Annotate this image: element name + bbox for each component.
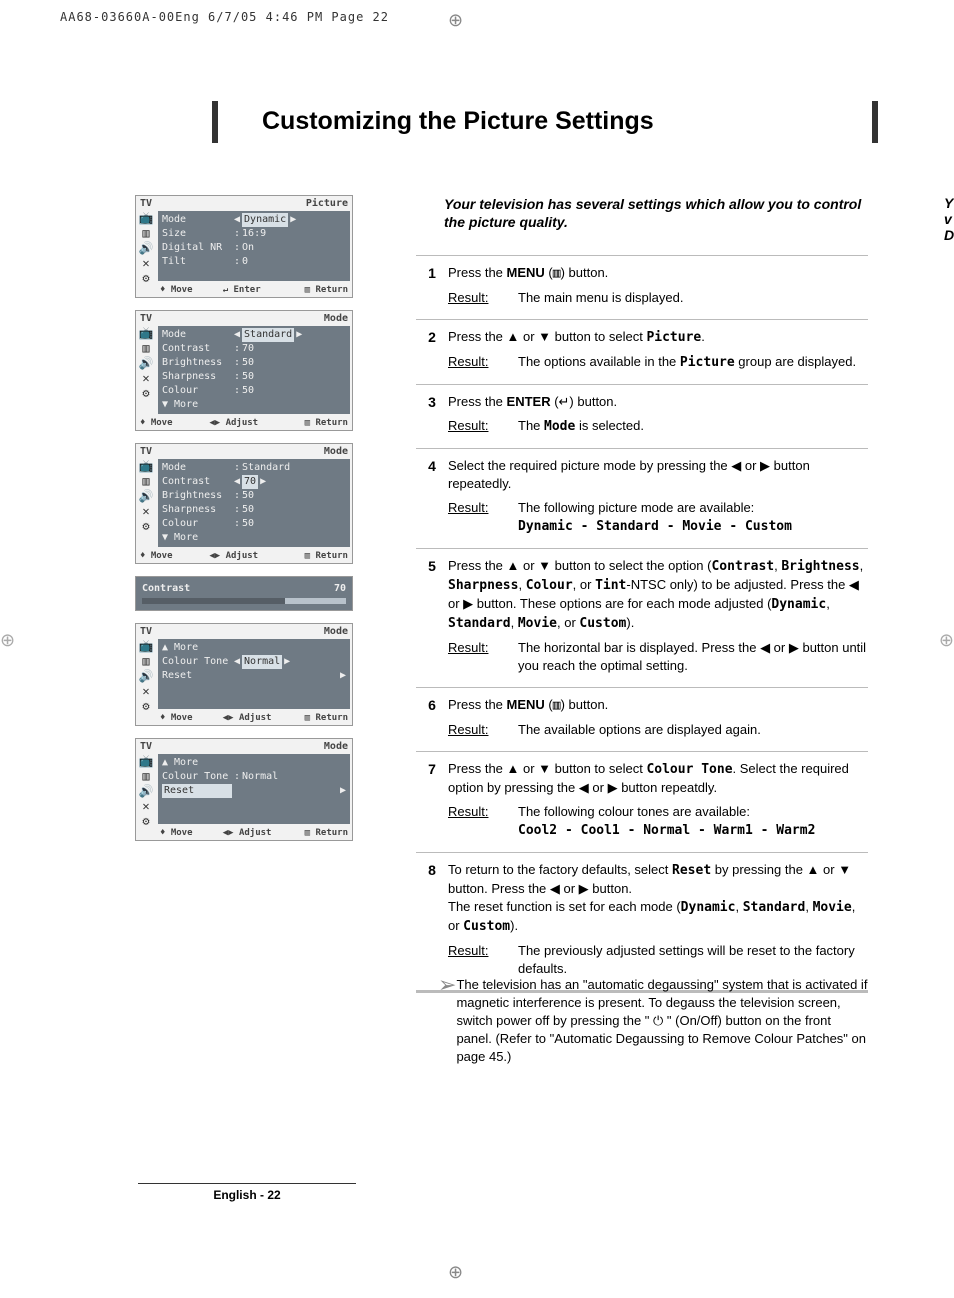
step-number: 8 [416, 861, 448, 978]
bar-track [142, 598, 346, 604]
page-footer: English - 22 [138, 1183, 356, 1202]
step-instruction: Press the MENU (▥) button. [448, 696, 868, 715]
step-instruction: Press the MENU (▥) button. [448, 264, 868, 283]
result-label: Result: [448, 417, 518, 436]
osd-column: TV Picture 📺 ▥ 🔊 ✕ ⚙ Mode◀ Dynamic ▶ Size… [135, 195, 361, 853]
step-content: Press the ▲ or ▼ button to select Colour… [448, 760, 868, 840]
step-instruction: Select the required picture mode by pres… [448, 457, 868, 493]
step-7: 7Press the ▲ or ▼ button to select Colou… [416, 751, 868, 852]
step-content: To return to the factory defaults, selec… [448, 861, 868, 978]
result-label: Result: [448, 942, 518, 978]
step-instruction: Press the ▲ or ▼ button to select Pictur… [448, 328, 868, 347]
step-content: Press the ▲ or ▼ button to select Pictur… [448, 328, 868, 372]
result-text: The following picture mode are available… [518, 499, 868, 536]
result-text: The following colour tones are available… [518, 803, 868, 840]
osd-contrast-bar: Contrast 70 [135, 576, 353, 611]
result-text: The main menu is displayed. [518, 289, 868, 307]
step-instruction: Press the ▲ or ▼ button to select Colour… [448, 760, 868, 797]
step-content: Press the MENU (▥) button. Result:The ava… [448, 696, 868, 739]
step-number: 5 [416, 557, 448, 675]
sound-icon: 🔊 [136, 241, 156, 256]
result-label: Result: [448, 289, 518, 307]
step-number: 7 [416, 760, 448, 840]
note-arrow-icon: ➢ [438, 976, 456, 1066]
step-content: Press the ▲ or ▼ button to select the op… [448, 557, 868, 675]
step-number: 3 [416, 393, 448, 436]
register-mark-bottom: ⊕ [448, 1262, 463, 1283]
result-text: The horizontal bar is displayed. Press t… [518, 639, 868, 675]
osd-screen-reset: TVMode 📺▥🔊✕⚙ ▲ More Colour Tone: Normal … [135, 738, 353, 841]
osd-icon-col: 📺 ▥ 🔊 ✕ ⚙ [136, 211, 156, 286]
step-2: 2Press the ▲ or ▼ button to select Pictu… [416, 319, 868, 384]
result-label: Result: [448, 499, 518, 536]
result-text: The Mode is selected. [518, 417, 868, 436]
step-5: 5Press the ▲ or ▼ button to select the o… [416, 548, 868, 687]
step-number: 2 [416, 328, 448, 372]
osd-tv-label: TV [140, 198, 152, 209]
step-3: 3Press the ENTER (↵) button. Result:The M… [416, 384, 868, 448]
step-1: 1Press the MENU (▥) button. Result:The ma… [416, 255, 868, 319]
title-bar-right [872, 101, 878, 143]
bar-fill [142, 598, 285, 604]
result-label: Result: [448, 721, 518, 739]
step-6: 6Press the MENU (▥) button. Result:The av… [416, 687, 868, 751]
bar-label: Contrast [142, 583, 190, 594]
register-mark-left: ⊕ [0, 630, 15, 651]
osd-footer: ♦ Move↵ Enter▥ Return [156, 283, 352, 297]
step-number: 1 [416, 264, 448, 307]
result-label: Result: [448, 353, 518, 372]
title-bar: Customizing the Picture Settings [212, 101, 878, 143]
result-text: The available options are displayed agai… [518, 721, 868, 739]
step-content: Press the ENTER (↵) button. Result:The Mo… [448, 393, 868, 436]
note-text: The television has an "automatic degauss… [456, 976, 868, 1066]
step-instruction: Press the ▲ or ▼ button to select the op… [448, 557, 868, 633]
step-content: Select the required picture mode by pres… [448, 457, 868, 536]
slug-line: AA68-03660A-00Eng 6/7/05 4:46 PM Page 22 [60, 10, 389, 24]
result-label: Result: [448, 803, 518, 840]
step-4: 4Select the required picture mode by pre… [416, 448, 868, 548]
osd-title: Picture [306, 198, 348, 209]
step-instruction: Press the ENTER (↵) button. [448, 393, 868, 411]
steps-list: 1Press the MENU (▥) button.Result:The ma… [416, 255, 868, 993]
osd-body: Mode◀ Dynamic ▶ Size: 16:9 Digital NR: O… [158, 211, 350, 281]
note-box: ➢ The television has an "automatic degau… [438, 976, 868, 1066]
setup-icon: ⚙ [136, 271, 156, 286]
result-text: The previously adjusted settings will be… [518, 942, 868, 978]
bar-value: 70 [334, 583, 346, 594]
osd-screen-picture: TV Picture 📺 ▥ 🔊 ✕ ⚙ Mode◀ Dynamic ▶ Size… [135, 195, 353, 298]
osd-screen-mode-2: TVMode 📺▥🔊✕⚙ Mode: Standard Contrast◀ 70… [135, 443, 353, 564]
register-mark-top: ⊕ [448, 10, 463, 31]
intro-text: Your television has several settings whi… [444, 195, 864, 231]
page-title: Customizing the Picture Settings [262, 107, 654, 136]
step-8: 8To return to the factory defaults, sele… [416, 852, 868, 993]
cutoff-text: Y v D [944, 195, 954, 405]
tv-icon: 📺 [136, 211, 156, 226]
register-mark-right: ⊕ [939, 630, 954, 651]
step-number: 4 [416, 457, 448, 536]
cancel-icon: ✕ [136, 256, 156, 271]
title-bar-left [212, 101, 218, 143]
step-content: Press the MENU (▥) button. Result:The mai… [448, 264, 868, 307]
osd-screen-mode-1: TVMode 📺▥🔊✕⚙ Mode◀ Standard ▶ Contrast: … [135, 310, 353, 431]
osd-screen-colourtone: TVMode 📺▥🔊✕⚙ ▲ More Colour Tone◀ Normal … [135, 623, 353, 726]
picture-icon: ▥ [136, 226, 156, 241]
result-label: Result: [448, 639, 518, 675]
result-text: The options available in the Picture gro… [518, 353, 868, 372]
step-instruction: To return to the factory defaults, selec… [448, 861, 868, 936]
step-number: 6 [416, 696, 448, 739]
